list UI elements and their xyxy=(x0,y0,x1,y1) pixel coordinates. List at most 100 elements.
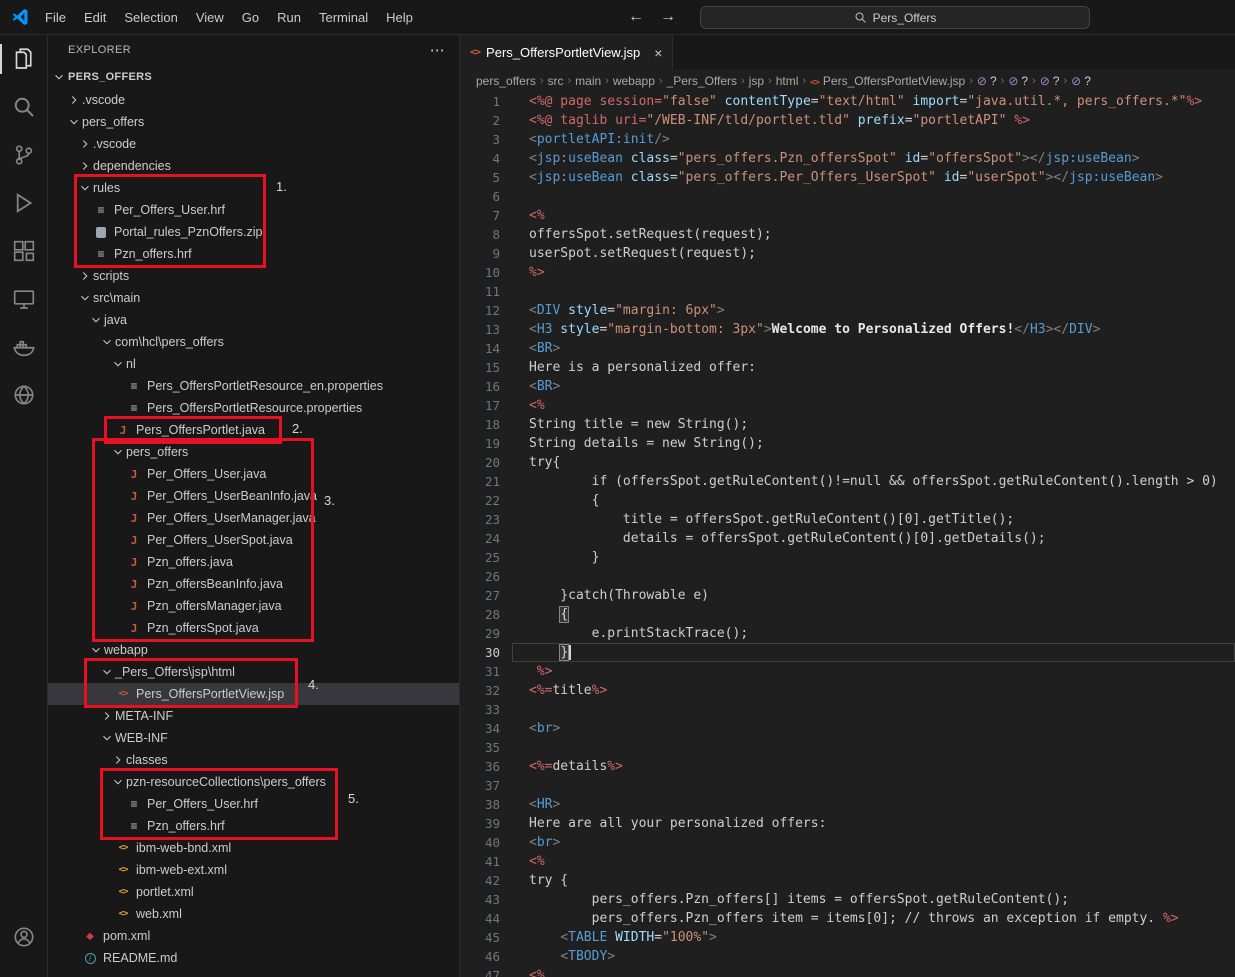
line-number[interactable]: 9 xyxy=(460,244,512,263)
breadcrumb-webapp[interactable]: webapp xyxy=(613,74,655,88)
tree-folder--pers-offers-jsp-html[interactable]: _Pers_Offers\jsp\html xyxy=(48,661,459,683)
code-line-23[interactable]: 23 title = offersSpot.getRuleContent()[0… xyxy=(460,510,1235,529)
line-number[interactable]: 17 xyxy=(460,396,512,415)
code-line-45[interactable]: 45 <TABLE WIDTH="100%"> xyxy=(460,928,1235,947)
breadcrumb-symbol[interactable]: ⊘? xyxy=(977,74,997,88)
tree-file-per-offers-user-hrf[interactable]: ≡Per_Offers_User.hrf xyxy=(48,793,459,815)
line-number[interactable]: 31 xyxy=(460,662,512,681)
tree-folder-pers-offers[interactable]: pers_offers xyxy=(48,441,459,463)
code-line-18[interactable]: 18String title = new String(); xyxy=(460,415,1235,434)
tree-file-per-offers-user-java[interactable]: JPer_Offers_User.java xyxy=(48,463,459,485)
line-number[interactable]: 4 xyxy=(460,149,512,168)
code-line-47[interactable]: 47<% xyxy=(460,966,1235,977)
line-number[interactable]: 14 xyxy=(460,339,512,358)
code-line-10[interactable]: 10%> xyxy=(460,263,1235,282)
line-number[interactable]: 6 xyxy=(460,187,512,206)
line-number[interactable]: 7 xyxy=(460,206,512,225)
menu-terminal[interactable]: Terminal xyxy=(310,6,377,29)
breadcrumb-symbol[interactable]: ⊘? xyxy=(1040,74,1060,88)
code-line-13[interactable]: 13<H3 style="margin-bottom: 3px">Welcome… xyxy=(460,320,1235,339)
tree-folder-meta-inf[interactable]: META-INF xyxy=(48,705,459,727)
line-number[interactable]: 19 xyxy=(460,434,512,453)
line-number[interactable]: 24 xyxy=(460,529,512,548)
code-line-12[interactable]: 12<DIV style="margin: 6px"> xyxy=(460,301,1235,320)
line-number[interactable]: 2 xyxy=(460,111,512,130)
line-number[interactable]: 12 xyxy=(460,301,512,320)
tree-file-readme-md[interactable]: iREADME.md xyxy=(48,947,459,969)
line-number[interactable]: 25 xyxy=(460,548,512,567)
code-line-14[interactable]: 14<BR> xyxy=(460,339,1235,358)
line-number[interactable]: 47 xyxy=(460,966,512,977)
tree-file-ibm-web-ext-xml[interactable]: <>ibm-web-ext.xml xyxy=(48,859,459,881)
tree-file-portlet-xml[interactable]: <>portlet.xml xyxy=(48,881,459,903)
tree-file-per-offers-usermanager-java[interactable]: JPer_Offers_UserManager.java xyxy=(48,507,459,529)
line-number[interactable]: 44 xyxy=(460,909,512,928)
tree-file-pzn-offersmanager-java[interactable]: JPzn_offersManager.java xyxy=(48,595,459,617)
line-number[interactable]: 21 xyxy=(460,472,512,491)
code-line-2[interactable]: 2<%@ taglib uri="/WEB-INF/tld/portlet.tl… xyxy=(460,111,1235,130)
breadcrumb-html[interactable]: html xyxy=(776,74,799,88)
line-number[interactable]: 41 xyxy=(460,852,512,871)
line-number[interactable]: 39 xyxy=(460,814,512,833)
menu-run[interactable]: Run xyxy=(268,6,310,29)
tree-file-per-offers-userbeaninfo-java[interactable]: JPer_Offers_UserBeanInfo.java xyxy=(48,485,459,507)
tree-folder-rules[interactable]: rules xyxy=(48,177,459,199)
code-line-38[interactable]: 38<HR> xyxy=(460,795,1235,814)
line-number[interactable]: 26 xyxy=(460,567,512,586)
breadcrumb--pers-offers[interactable]: _Pers_Offers xyxy=(667,74,737,88)
line-number[interactable]: 18 xyxy=(460,415,512,434)
code-editor[interactable]: 1<%@ page session="false" contentType="t… xyxy=(460,92,1235,977)
tree-folder-pzn-resourcecollections-pers-offers[interactable]: pzn-resourceCollections\pers_offers xyxy=(48,771,459,793)
tree-file-web-xml[interactable]: <>web.xml xyxy=(48,903,459,925)
activitybar-search[interactable] xyxy=(0,83,48,131)
activitybar-github[interactable] xyxy=(0,371,48,419)
line-number[interactable]: 33 xyxy=(460,700,512,719)
code-line-21[interactable]: 21 if (offersSpot.getRuleContent()!=null… xyxy=(460,472,1235,491)
line-number[interactable]: 35 xyxy=(460,738,512,757)
line-number[interactable]: 11 xyxy=(460,282,512,301)
activitybar-source-control[interactable] xyxy=(0,131,48,179)
code-line-31[interactable]: 31 %> xyxy=(460,662,1235,681)
tree-folder-src-main[interactable]: src\main xyxy=(48,287,459,309)
tree-file-pzn-offersspot-java[interactable]: JPzn_offersSpot.java xyxy=(48,617,459,639)
tree-folder-pers-offers[interactable]: pers_offers xyxy=(48,111,459,133)
breadcrumb-symbol[interactable]: ⊘? xyxy=(1008,74,1028,88)
code-line-43[interactable]: 43 pers_offers.Pzn_offers[] items = offe… xyxy=(460,890,1235,909)
tree-file-ibm-web-bnd-xml[interactable]: <>ibm-web-bnd.xml xyxy=(48,837,459,859)
tree-folder-java[interactable]: java xyxy=(48,309,459,331)
tree-folder-nl[interactable]: nl xyxy=(48,353,459,375)
menu-help[interactable]: Help xyxy=(377,6,422,29)
line-number[interactable]: 43 xyxy=(460,890,512,909)
line-number[interactable]: 27 xyxy=(460,586,512,605)
line-number[interactable]: 32 xyxy=(460,681,512,700)
activitybar-run-and-debug[interactable] xyxy=(0,179,48,227)
tree-file-pzn-offersbeaninfo-java[interactable]: JPzn_offersBeanInfo.java xyxy=(48,573,459,595)
code-line-25[interactable]: 25 } xyxy=(460,548,1235,567)
activitybar-remote-explorer[interactable] xyxy=(0,275,48,323)
code-line-42[interactable]: 42try { xyxy=(460,871,1235,890)
tree-file-per-offers-user-hrf[interactable]: ≡Per_Offers_User.hrf xyxy=(48,199,459,221)
breadcrumb-jsp[interactable]: jsp xyxy=(749,74,764,88)
code-line-39[interactable]: 39Here are all your personalized offers: xyxy=(460,814,1235,833)
line-number[interactable]: 28 xyxy=(460,605,512,624)
line-number[interactable]: 38 xyxy=(460,795,512,814)
code-line-41[interactable]: 41<% xyxy=(460,852,1235,871)
code-line-40[interactable]: 40<br> xyxy=(460,833,1235,852)
activitybar-docker[interactable] xyxy=(0,323,48,371)
tree-folder-com-hcl-pers-offers[interactable]: com\hcl\pers_offers xyxy=(48,331,459,353)
tree-folder--vscode[interactable]: .vscode xyxy=(48,89,459,111)
tree-file-pers-offersportletview-jsp[interactable]: <>Pers_OffersPortletView.jsp xyxy=(48,683,459,705)
code-line-35[interactable]: 35 xyxy=(460,738,1235,757)
code-line-28[interactable]: 28 { xyxy=(460,605,1235,624)
code-line-3[interactable]: 3<portletAPI:init/> xyxy=(460,130,1235,149)
code-line-27[interactable]: 27 }catch(Throwable e) xyxy=(460,586,1235,605)
line-number[interactable]: 20 xyxy=(460,453,512,472)
line-number[interactable]: 34 xyxy=(460,719,512,738)
code-line-1[interactable]: 1<%@ page session="false" contentType="t… xyxy=(460,92,1235,111)
breadcrumb-main[interactable]: main xyxy=(575,74,601,88)
code-line-22[interactable]: 22 { xyxy=(460,491,1235,510)
tree-file-per-offers-userspot-java[interactable]: JPer_Offers_UserSpot.java xyxy=(48,529,459,551)
line-number[interactable]: 1 xyxy=(460,92,512,111)
code-line-11[interactable]: 11 xyxy=(460,282,1235,301)
tree-file-pers-offersportletresource-properties[interactable]: ≡Pers_OffersPortletResource.properties xyxy=(48,397,459,419)
